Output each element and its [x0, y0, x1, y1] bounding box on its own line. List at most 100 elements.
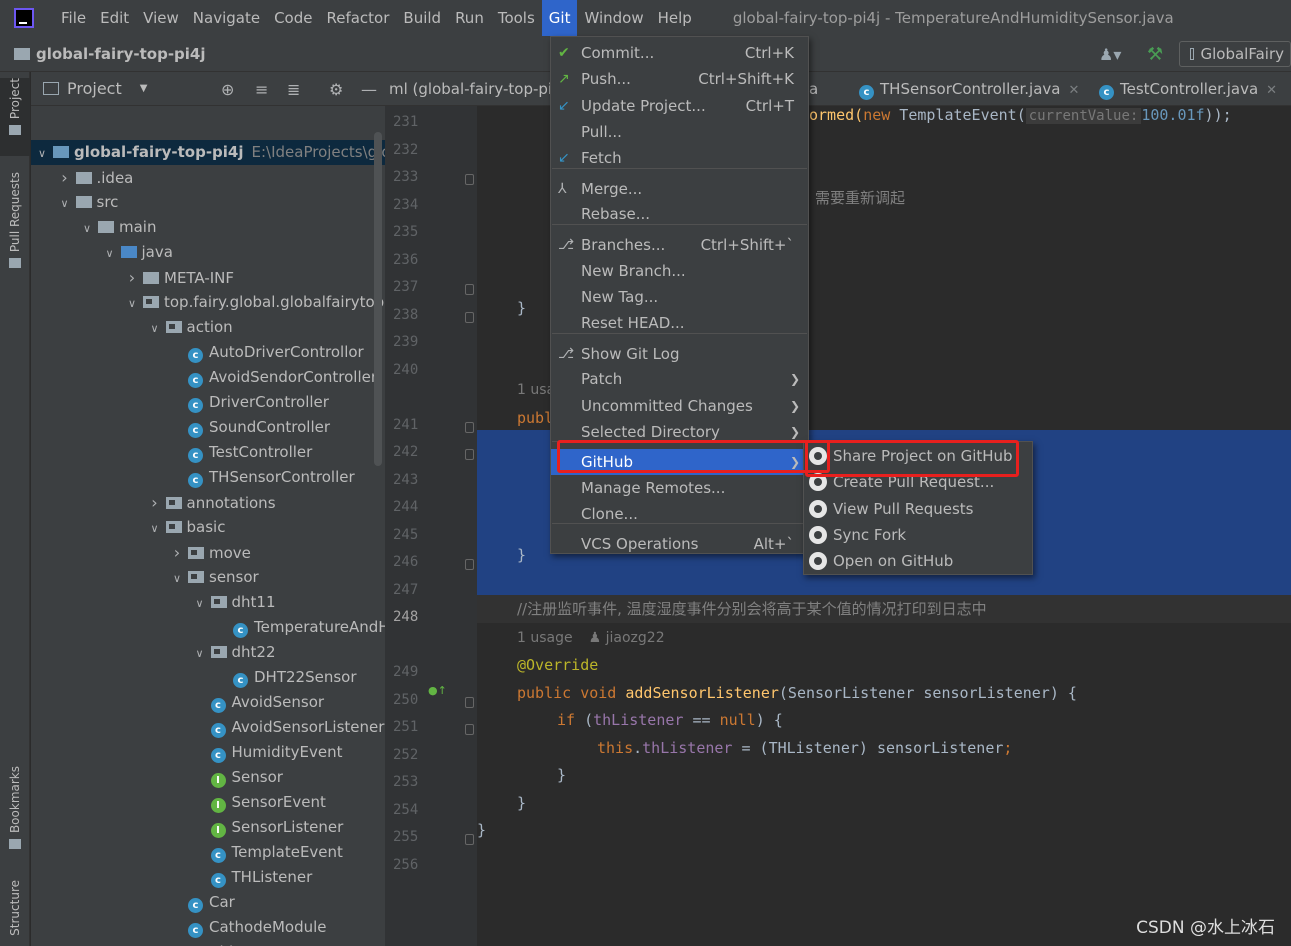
- tree-item[interactable]: c TestController: [31, 440, 385, 465]
- git-menu-item[interactable]: Uncommitted Changes ❯: [551, 393, 808, 419]
- stripe-structure-button[interactable]: Structure: [0, 880, 30, 936]
- chevron-down-icon[interactable]: ∨: [80, 216, 94, 241]
- git-menu-item[interactable]: ⎇ Show Git Log: [551, 341, 808, 367]
- code-line-249[interactable]: @Override: [517, 652, 598, 679]
- tree-item[interactable]: I SensorEvent: [31, 790, 385, 815]
- fold-marker-icon[interactable]: [465, 422, 474, 433]
- tree-item[interactable]: ∨ basic: [31, 515, 385, 540]
- tab-testcontroller[interactable]: c TestController.java ✕: [1095, 72, 1277, 106]
- fold-marker-icon[interactable]: [465, 559, 474, 570]
- chevron-down-icon[interactable]: ∨: [170, 566, 184, 591]
- tree-item[interactable]: ∨ top.fairy.global.globalfairytop: [31, 290, 385, 315]
- git-menu-item[interactable]: ↙ Update Project... Ctrl+T: [551, 93, 808, 119]
- code-line-254[interactable]: }: [517, 790, 526, 817]
- git-menu-item[interactable]: New Tag...: [551, 284, 808, 310]
- tree-item[interactable]: c AutoDriverControllor: [31, 340, 385, 365]
- fold-marker-icon[interactable]: [465, 697, 474, 708]
- gear-icon[interactable]: ⚙: [329, 80, 343, 99]
- user-icon[interactable]: ♟▾: [1099, 45, 1129, 64]
- chevron-down-icon[interactable]: ∨: [58, 191, 72, 216]
- chevron-down-icon[interactable]: ∨: [125, 291, 139, 316]
- tree-item[interactable]: c AvoidSensorListener: [31, 715, 385, 740]
- git-menu-item[interactable]: New Branch...: [551, 258, 808, 284]
- tab-partial[interactable]: a: [809, 72, 818, 106]
- tree-item[interactable]: c Car: [31, 890, 385, 915]
- tree-item[interactable]: ∨ dht11: [31, 590, 385, 615]
- menu-build[interactable]: Build: [396, 0, 448, 36]
- menu-view[interactable]: View: [136, 0, 186, 36]
- tree-item[interactable]: ∨ dht22: [31, 640, 385, 665]
- fold-marker-icon[interactable]: [465, 174, 474, 185]
- chevron-right-icon[interactable]: ›: [148, 490, 162, 515]
- code-line-250[interactable]: public void addSensorListener(SensorList…: [517, 680, 1077, 707]
- tree-item[interactable]: c SoundController: [31, 415, 385, 440]
- tree-item[interactable]: c DriverController: [31, 390, 385, 415]
- close-icon[interactable]: ✕: [1266, 83, 1277, 98]
- menu-window[interactable]: Window: [577, 0, 650, 36]
- collapse-all-icon[interactable]: ≣: [287, 80, 300, 99]
- menu-help[interactable]: Help: [651, 0, 699, 36]
- fold-marker-icon[interactable]: [465, 449, 474, 460]
- menu-code[interactable]: Code: [267, 0, 319, 36]
- code-line-248[interactable]: //注册监听事件, 温度湿度事件分别会将高于某个值的情况打印到日志中: [517, 596, 987, 623]
- git-menu-item[interactable]: Manage Remotes...: [551, 475, 808, 501]
- code-line-251[interactable]: if (thListener == null) {: [557, 707, 783, 734]
- fold-marker-icon[interactable]: [465, 312, 474, 323]
- tree-item[interactable]: IChip: [31, 940, 385, 946]
- tree-item[interactable]: I SensorListener: [31, 815, 385, 840]
- chevron-right-icon[interactable]: ›: [58, 165, 72, 190]
- hammer-icon[interactable]: ⚒: [1147, 44, 1165, 65]
- tree-item[interactable]: c TemperatureAndHumiditySensor: [31, 615, 385, 640]
- run-configuration-select[interactable]: GlobalFairy: [1179, 41, 1291, 67]
- tree-item[interactable]: › META-INF: [31, 265, 385, 290]
- tree-item[interactable]: c THSensorController: [31, 465, 385, 490]
- git-menu-item[interactable]: Pull...: [551, 119, 808, 145]
- tree-item[interactable]: I Sensor: [31, 765, 385, 790]
- chevron-right-icon[interactable]: ›: [125, 265, 139, 290]
- github-menu-item[interactable]: Sync Fork: [804, 522, 1032, 548]
- usage-inlay[interactable]: 1 usage ♟ jiaozg22: [517, 625, 665, 652]
- git-menu-item[interactable]: VCS Operations Alt+`: [551, 531, 808, 557]
- override-marker-icon[interactable]: ●↑: [428, 684, 447, 697]
- breadcrumb-project[interactable]: global-fairy-top-pi4j: [36, 45, 206, 63]
- git-menu-item[interactable]: ↗ Push... Ctrl+Shift+K: [551, 66, 808, 92]
- code-line-246[interactable]: }: [517, 542, 526, 569]
- tree-scrollbar[interactable]: [374, 132, 382, 466]
- git-menu-item[interactable]: Patch ❯: [551, 366, 808, 392]
- menu-navigate[interactable]: Navigate: [186, 0, 267, 36]
- close-icon[interactable]: ✕: [1068, 83, 1079, 98]
- chevron-down-icon[interactable]: ∨: [193, 591, 207, 616]
- menu-run[interactable]: Run: [448, 0, 491, 36]
- tree-item[interactable]: › .idea: [31, 165, 385, 190]
- chevron-down-icon[interactable]: ∨: [35, 141, 49, 166]
- menu-tools[interactable]: Tools: [491, 0, 542, 36]
- code-line-255[interactable]: }: [477, 817, 486, 844]
- stripe-pull-requests-button[interactable]: Pull Requests: [0, 172, 30, 269]
- tree-item[interactable]: c AvoidSendorController: [31, 365, 385, 390]
- tab-thsensorcontroller[interactable]: c THSensorController.java ✕: [855, 72, 1079, 106]
- code-line-252[interactable]: this.thListener = (THListener) sensorLis…: [597, 735, 1012, 762]
- tree-item[interactable]: ∨ action: [31, 315, 385, 340]
- hide-icon[interactable]: —: [361, 80, 377, 99]
- expand-all-icon[interactable]: ≡: [255, 80, 268, 99]
- tree-item[interactable]: c HumidityEvent: [31, 740, 385, 765]
- tree-item[interactable]: ∨ sensor: [31, 565, 385, 590]
- github-menu-item[interactable]: Open on GitHub: [804, 548, 1032, 574]
- tree-item[interactable]: › move: [31, 540, 385, 565]
- chevron-down-icon[interactable]: ▼: [140, 83, 148, 94]
- chevron-down-icon[interactable]: ∨: [148, 516, 162, 541]
- fold-marker-icon[interactable]: [465, 834, 474, 845]
- tree-item[interactable]: ∨ java: [31, 240, 385, 265]
- tree-item[interactable]: c AvoidSensor: [31, 690, 385, 715]
- chevron-right-icon[interactable]: ›: [170, 540, 184, 565]
- code-line-234[interactable]: 需要重新调起: [815, 185, 905, 212]
- code-line-241[interactable]: publ: [517, 405, 553, 432]
- chevron-down-icon[interactable]: ∨: [148, 316, 162, 341]
- locate-icon[interactable]: ⊕: [221, 80, 234, 99]
- tree-item[interactable]: ∨ global-fairy-top-pi4j E:\IdeaProjects\gl…: [31, 140, 385, 165]
- menu-refactor[interactable]: Refactor: [319, 0, 396, 36]
- tree-item[interactable]: › annotations: [31, 490, 385, 515]
- tab-pom[interactable]: ml (global-fairy-top-pi4j): [389, 72, 572, 106]
- chevron-down-icon[interactable]: ∨: [193, 641, 207, 666]
- fold-marker-icon[interactable]: [465, 284, 474, 295]
